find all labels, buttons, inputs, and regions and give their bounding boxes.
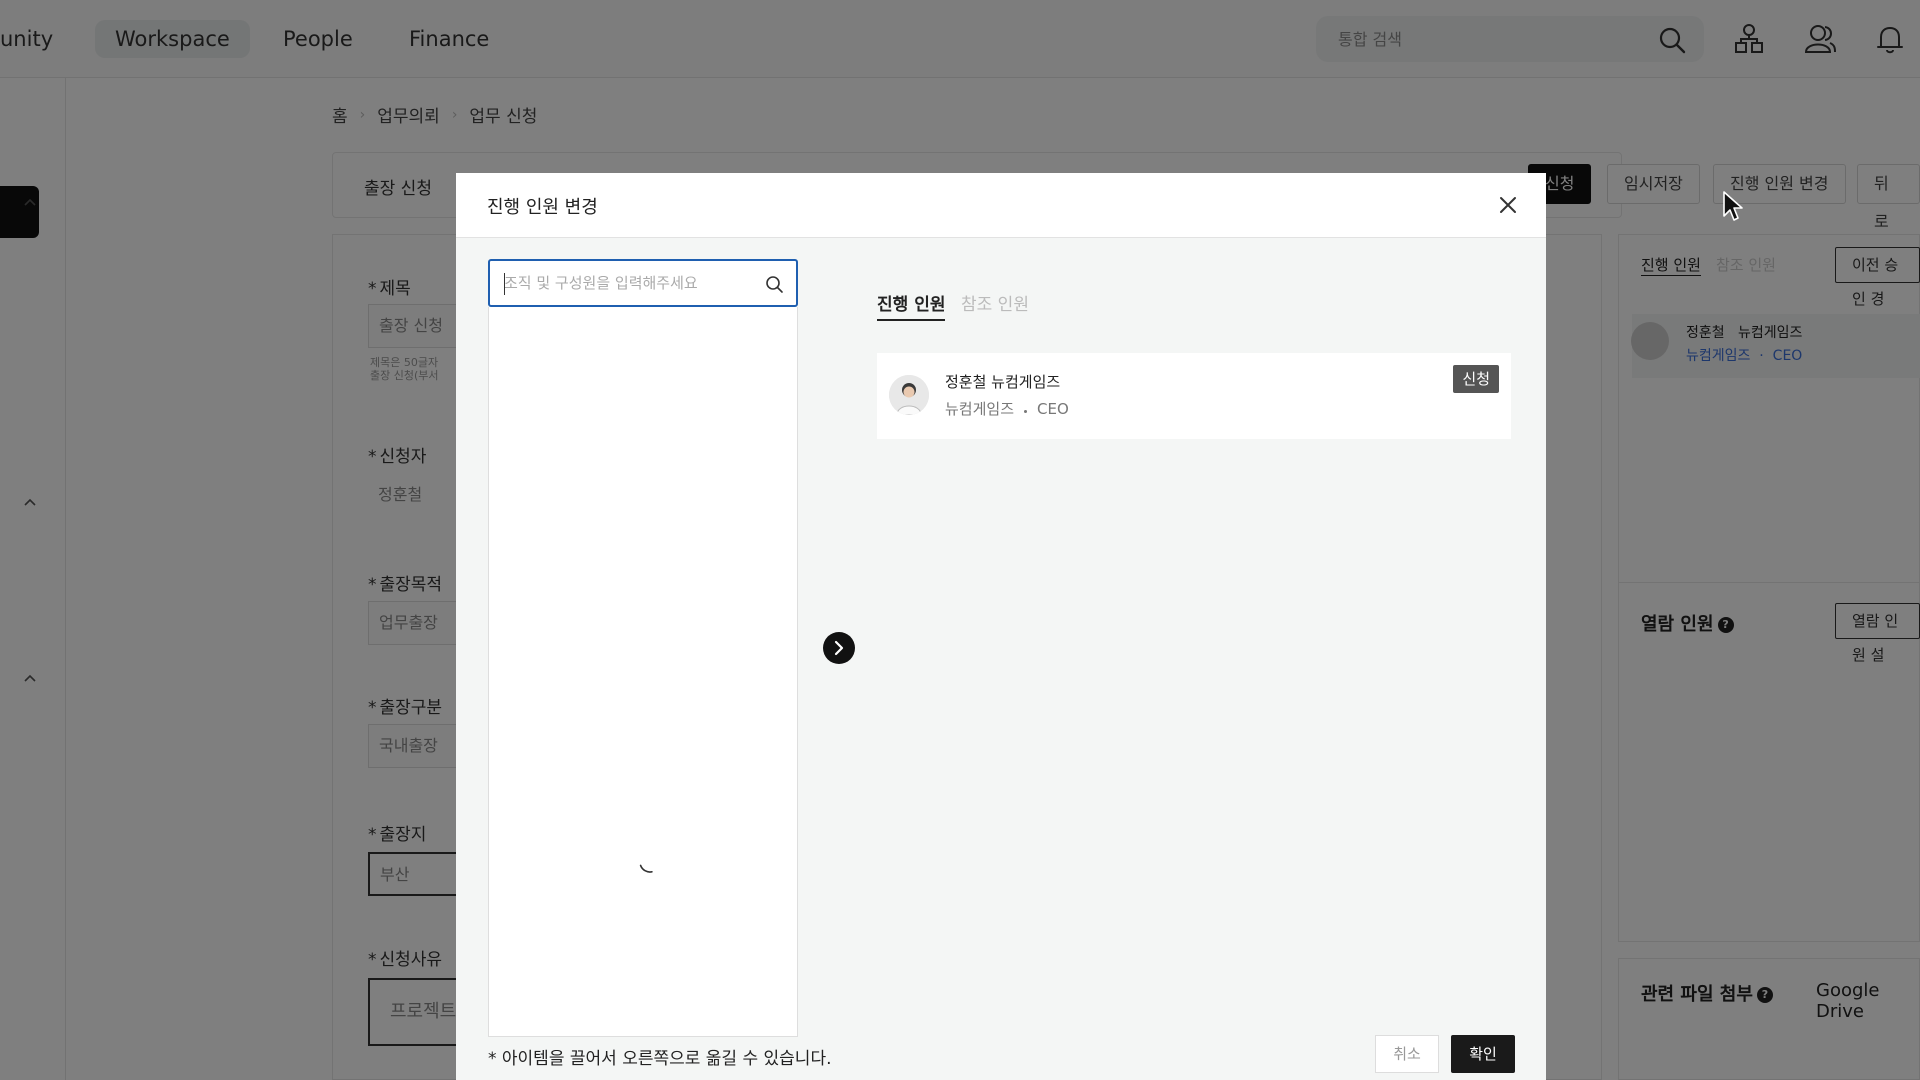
close-icon[interactable] <box>1494 191 1522 219</box>
separator-dot <box>1024 410 1028 413</box>
tab-approvers[interactable]: 진행 인원 <box>877 290 946 321</box>
member-search-input[interactable] <box>504 261 754 305</box>
person-company: 뉴컴게임즈 <box>945 400 1015 418</box>
confirm-button[interactable]: 확인 <box>1451 1035 1515 1073</box>
person-role: CEO <box>1037 399 1069 418</box>
cancel-button[interactable]: 취소 <box>1375 1035 1439 1073</box>
move-right-button[interactable] <box>823 632 855 664</box>
drag-hint: * 아이템을 끌어서 오른쪽으로 옮길 수 있습니다. <box>488 1049 832 1069</box>
mouse-cursor-icon <box>1723 191 1743 221</box>
tab-references[interactable]: 참조 인원 <box>961 290 1029 319</box>
text-caret <box>504 273 505 295</box>
person-name: 정훈철 뉴컴게임즈 <box>945 373 1061 391</box>
modal-title: 진행 인원 변경 <box>487 197 598 218</box>
member-search <box>488 259 798 307</box>
avatar <box>889 375 929 415</box>
search-icon[interactable] <box>764 274 784 294</box>
person-detail: 뉴컴게임즈 CEO <box>945 398 1069 419</box>
loading-spinner-icon <box>639 857 661 873</box>
modal-header: 진행 인원 변경 <box>456 173 1546 238</box>
avatar-icon <box>889 375 929 415</box>
status-badge: 신청 <box>1453 365 1499 393</box>
change-approvers-modal: 진행 인원 변경 진행 인원 참조 인원 정훈철 뉴컴게임즈 뉴컴게임즈 CEO… <box>456 173 1546 1080</box>
org-tree-list[interactable] <box>488 307 798 1037</box>
selected-person-card[interactable]: 정훈철 뉴컴게임즈 뉴컴게임즈 CEO 신청 <box>877 353 1511 439</box>
